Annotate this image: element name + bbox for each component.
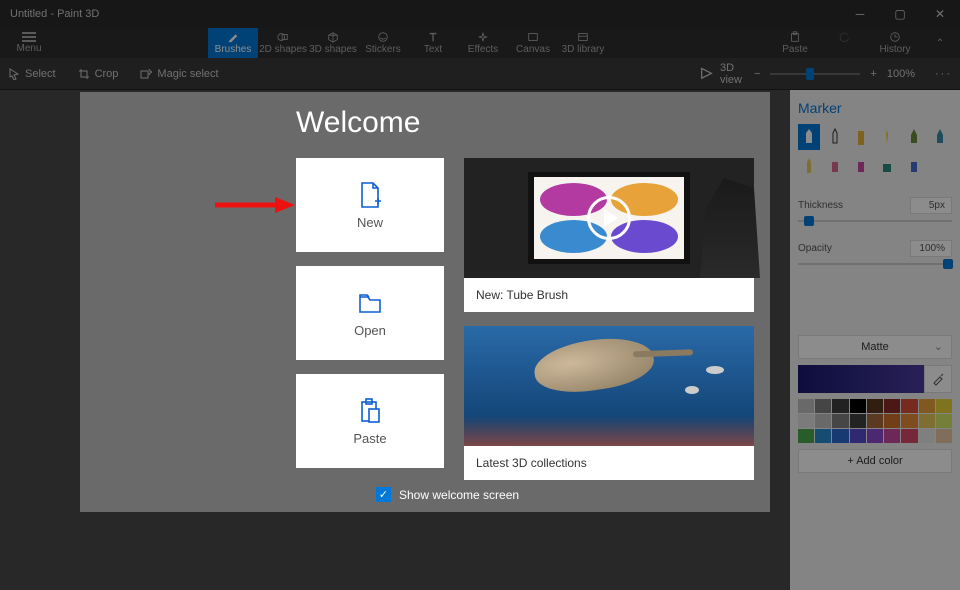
- new-file-icon: [357, 181, 383, 209]
- video-thumb: [464, 158, 754, 278]
- open-folder-icon: [357, 289, 383, 317]
- paste-clipboard-icon: [357, 397, 383, 425]
- welcome-card-tube-brush[interactable]: New: Tube Brush: [464, 158, 754, 312]
- card-caption: Latest 3D collections: [464, 446, 754, 480]
- collections-thumb: [464, 326, 754, 446]
- welcome-card-collections[interactable]: Latest 3D collections: [464, 326, 754, 480]
- welcome-paste-tile[interactable]: Paste: [296, 374, 444, 468]
- welcome-dialog: Welcome New Open Paste: [80, 92, 770, 512]
- show-welcome-checkbox[interactable]: ✓ Show welcome screen: [376, 487, 519, 502]
- checkbox-icon: ✓: [376, 487, 391, 502]
- welcome-open-tile[interactable]: Open: [296, 266, 444, 360]
- card-caption: New: Tube Brush: [464, 278, 754, 312]
- welcome-title: Welcome: [296, 106, 770, 140]
- play-icon: [587, 196, 631, 240]
- welcome-new-tile[interactable]: New: [296, 158, 444, 252]
